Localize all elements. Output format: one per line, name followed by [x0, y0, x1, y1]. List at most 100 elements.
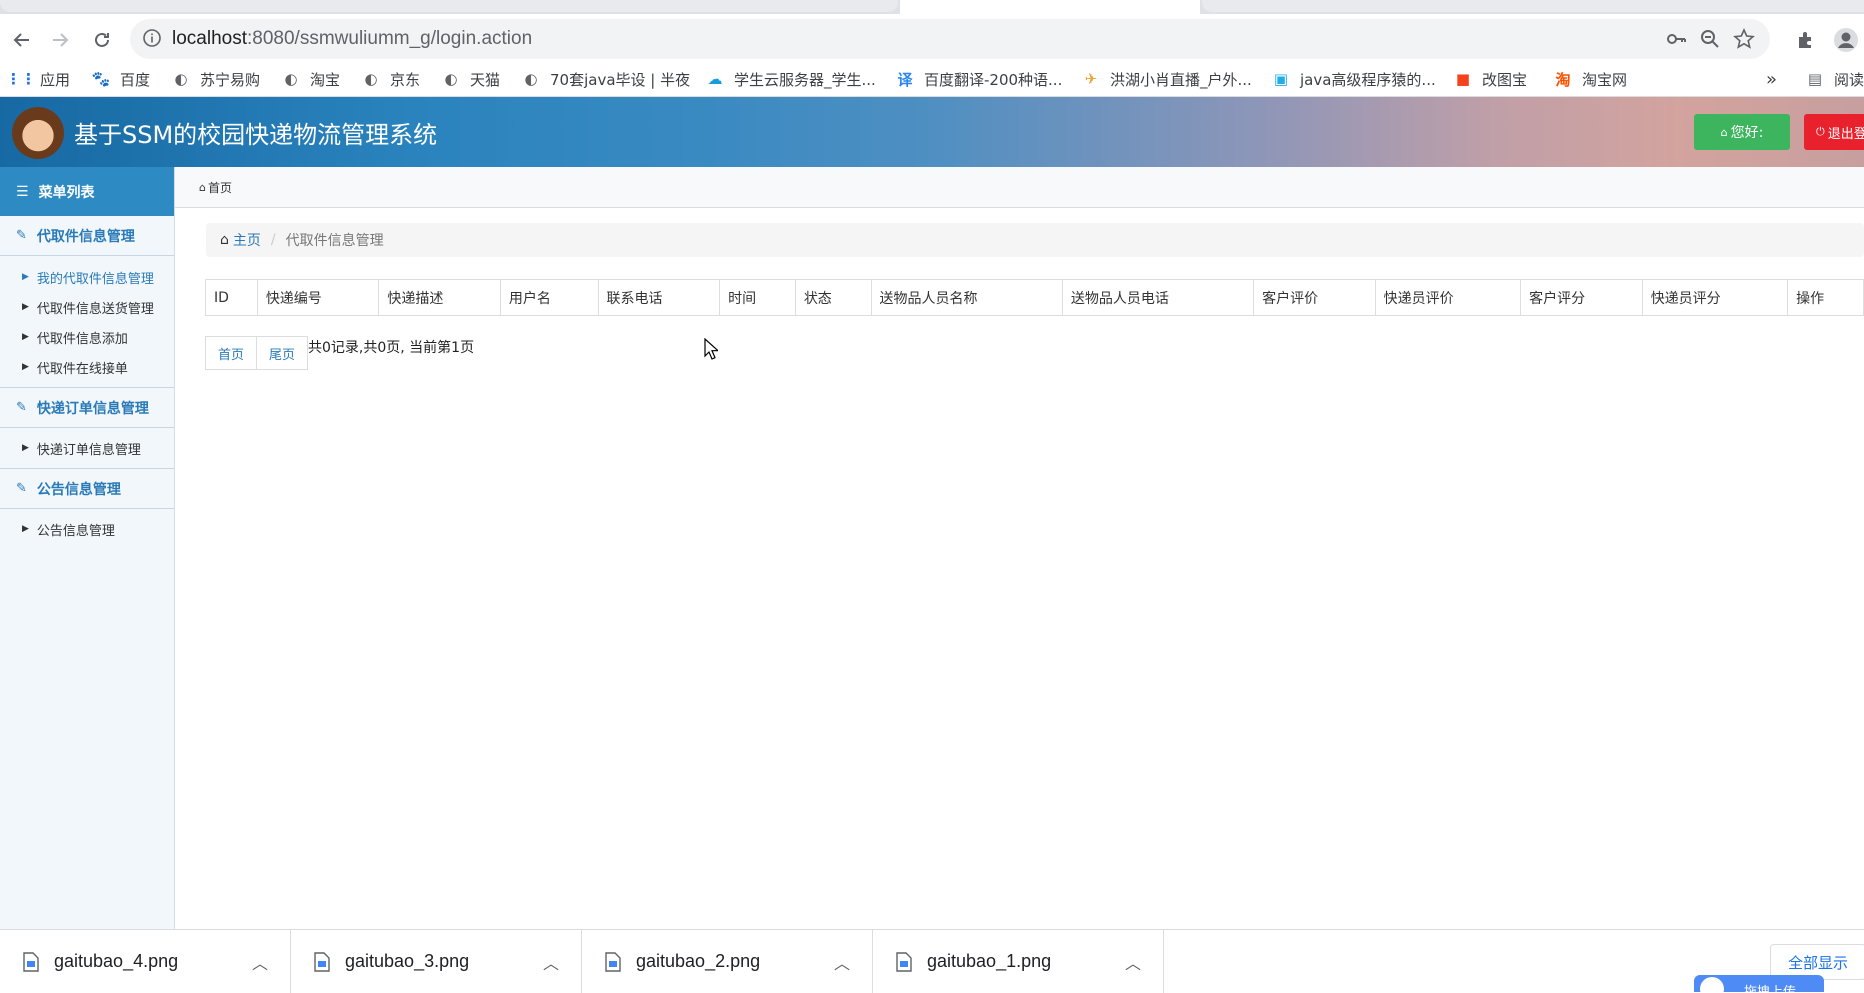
chevron-up-icon[interactable]: ︿: [1121, 950, 1145, 974]
chevron-up-icon[interactable]: ︿: [539, 950, 563, 974]
sidebar-group-label: 代取件信息管理: [36, 228, 135, 245]
gaitubao-icon: ■: [1455, 70, 1471, 88]
breadcrumb: ⌂ 主页 / 代取件信息管理: [206, 223, 1864, 257]
column-header: 状态: [794, 279, 872, 316]
reading-list-icon: ▤: [1807, 70, 1823, 88]
sidebar-item-pickup-online[interactable]: ▶ 代取件在线接单: [0, 352, 174, 382]
globe-icon: ◐: [364, 70, 378, 88]
key-icon[interactable]: [1664, 27, 1688, 51]
profile-avatar-icon[interactable]: [1830, 24, 1862, 56]
url-host: localhost: [172, 28, 247, 49]
sidebar: ☰ 菜单列表 ✎ 代取件信息管理 ▶ 我的代取件信息管理 ▶ 代取件信息送货管理 ▶ 代取…: [0, 167, 175, 929]
sidebar-item-my-pickup[interactable]: ▶ 我的代取件信息管理: [0, 262, 174, 292]
download-item[interactable]: gaitubao_2.png ︿: [582, 930, 873, 993]
drag-upload-widget[interactable]: 拖拽上传: [1694, 975, 1824, 992]
bookmark-item[interactable]: ⋮⋮ 应用: [6, 66, 71, 92]
url-path: :8080/ssmwuliumm_g/login.action: [247, 28, 533, 49]
forward-icon[interactable]: [44, 24, 76, 56]
browser-tab[interactable]: [0, 0, 898, 12]
download-item[interactable]: gaitubao_4.png ︿: [0, 930, 291, 993]
globe-icon: ◐: [524, 70, 538, 88]
zoom-icon[interactable]: [1698, 27, 1722, 51]
app-header: 基于SSM的校园快递物流管理系统 ⌂您好: ⏻退出登录: [0, 97, 1864, 167]
breadcrumb-separator: /: [270, 232, 276, 248]
baidu-paw-icon: 🐾: [91, 70, 111, 88]
sidebar-group-label: 快递订单信息管理: [36, 400, 149, 417]
chevron-up-icon[interactable]: ︿: [248, 950, 272, 974]
column-header: 联系电话: [597, 279, 721, 316]
reading-list-label: 阅读: [1834, 70, 1864, 89]
sidebar-group-label: 公告信息管理: [36, 481, 121, 498]
caret-right-icon: ▶: [22, 302, 29, 312]
menu-list-title: 菜单列表: [38, 184, 95, 201]
download-bar: 全部显示 gaitubao_4.png ︿ gaitubao_3.png ︿ gaitu…: [0, 929, 1864, 993]
home-icon: ⌂: [199, 181, 206, 194]
bookmark-item[interactable]: ◐ 淘宝: [282, 66, 340, 92]
bookmark-label: 淘宝: [310, 70, 341, 89]
caret-right-icon: ▶: [22, 443, 29, 453]
tab-label: 首页: [207, 181, 232, 195]
bookmark-star-icon[interactable]: [1732, 27, 1756, 51]
back-icon[interactable]: [6, 24, 38, 56]
reading-list-button[interactable]: ▤ 阅读: [1806, 66, 1864, 92]
sidebar-group-pickup[interactable]: ✎ 代取件信息管理: [0, 216, 174, 256]
download-filename: gaitubao_4.png: [54, 951, 179, 971]
sidebar-item-pickup-add[interactable]: ▶ 代取件信息添加: [0, 322, 174, 352]
bookmark-item[interactable]: ☁ 学生云服务器_学生...: [706, 66, 876, 92]
bookmark-item[interactable]: 淘淘宝网: [1554, 66, 1627, 92]
bookmark-label: 天猫: [470, 70, 501, 89]
extensions-puzzle-icon[interactable]: [1790, 24, 1822, 56]
image-file-icon: [896, 951, 912, 972]
bookmark-item[interactable]: ▣ java高级程序猿的...: [1272, 66, 1436, 92]
download-item[interactable]: gaitubao_3.png ︿: [291, 930, 582, 993]
logo-avatar: [12, 107, 64, 159]
bookmark-item[interactable]: ■ 改图宝: [1454, 66, 1527, 92]
column-header: 时间: [719, 279, 796, 316]
page-tabbar: ⌂ 首页: [175, 167, 1864, 208]
logout-button[interactable]: ⏻退出登录: [1804, 114, 1864, 150]
address-bar[interactable]: localhost:8080/ssmwuliumm_g/login.action: [130, 19, 1770, 59]
bookmark-item[interactable]: ✈ 洪湖小肖直播_户外...: [1082, 66, 1252, 92]
site-info-icon[interactable]: [142, 28, 162, 48]
greeting-button[interactable]: ⌂ 您好:: [1694, 114, 1790, 150]
download-item[interactable]: gaitubao_1.png ︿: [873, 930, 1164, 993]
bookmarks-overflow-button[interactable]: »: [1766, 66, 1777, 92]
bookmark-item[interactable]: ◐ 70套java毕设 | 半夜: [522, 66, 690, 92]
column-header: 用户名: [499, 279, 599, 316]
pager-info: 共0记录,共0页, 当前第1页: [308, 340, 475, 356]
column-header: 客户评分: [1520, 279, 1643, 316]
bookmark-label: 70套java毕设 | 半夜: [550, 70, 691, 89]
list-icon: ☰: [16, 183, 29, 200]
chevron-up-icon[interactable]: ︿: [830, 950, 854, 974]
browser-tab[interactable]: [1202, 0, 1864, 12]
taobao-icon: 淘: [1555, 70, 1571, 89]
reload-icon[interactable]: [86, 24, 118, 56]
bookmark-item[interactable]: ◐ 苏宁易购: [172, 66, 260, 92]
bookmark-label: 应用: [40, 70, 71, 89]
bookmark-item[interactable]: 译百度翻译-200种语...: [896, 66, 1062, 92]
sidebar-item-notices[interactable]: ▶ 公告信息管理: [0, 514, 174, 544]
bookmark-item[interactable]: 🐾 百度: [92, 66, 150, 92]
sidebar-item-orders[interactable]: ▶ 快递订单信息管理: [0, 433, 174, 463]
apps-grid-icon: ⋮⋮: [6, 70, 36, 88]
pager-first-button[interactable]: 首页: [205, 336, 257, 370]
sidebar-item-pickup-delivery[interactable]: ▶ 代取件信息送货管理: [0, 292, 174, 322]
edit-icon: ✎: [16, 481, 27, 496]
sidebar-item-label: 公告信息管理: [36, 523, 115, 539]
sidebar-group-orders[interactable]: ✎ 快递订单信息管理: [0, 388, 174, 428]
bookmark-item[interactable]: ◐ 京东: [362, 66, 420, 92]
browser-tab-active[interactable]: [900, 0, 1200, 14]
globe-icon: ◐: [174, 70, 188, 88]
bookmark-item[interactable]: ◐ 天猫: [442, 66, 500, 92]
bookmark-label: 苏宁易购: [200, 70, 261, 89]
pager-last-button[interactable]: 尾页: [256, 336, 308, 370]
column-header: 快递员评分: [1641, 279, 1789, 316]
tab-home[interactable]: ⌂ 首页: [199, 179, 232, 196]
sidebar-item-label: 代取件在线接单: [36, 361, 128, 377]
breadcrumb-home[interactable]: ⌂ 主页: [220, 230, 261, 250]
drag-upload-label: 拖拽上传: [1744, 981, 1796, 992]
mouse-cursor-icon: [704, 338, 718, 360]
sidebar-group-notices[interactable]: ✎ 公告信息管理: [0, 469, 174, 509]
url-text[interactable]: localhost:8080/ssmwuliumm_g/login.action: [172, 28, 532, 50]
app-title: 基于SSM的校园快递物流管理系统: [74, 121, 438, 149]
